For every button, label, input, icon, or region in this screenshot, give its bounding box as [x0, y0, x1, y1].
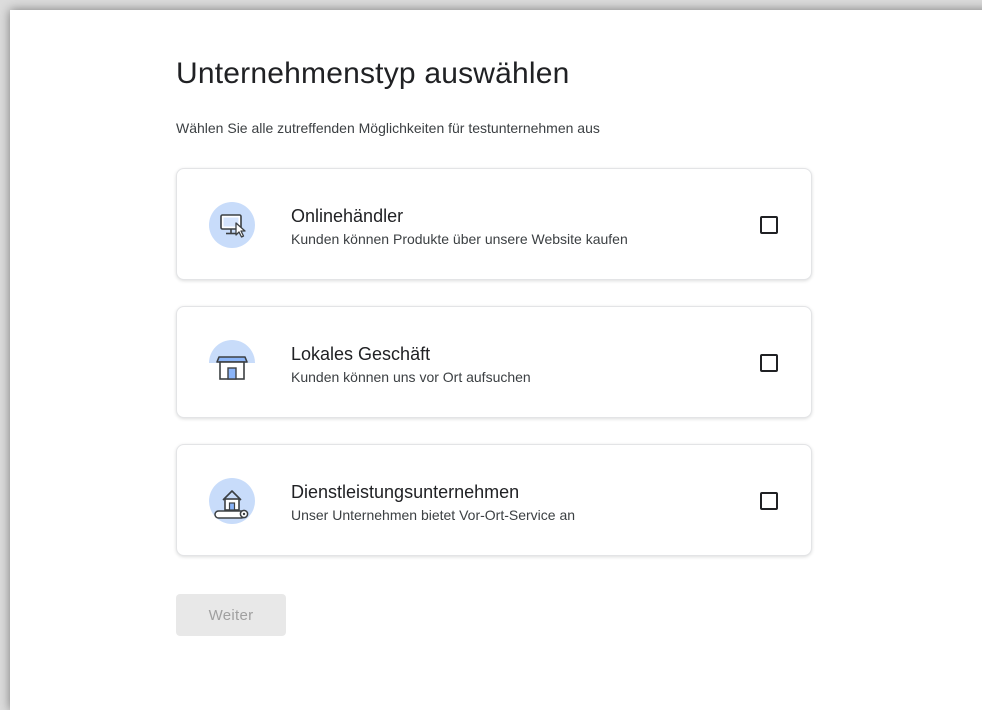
page-frame: Unternehmenstyp auswählen Wählen Sie all… [10, 10, 982, 710]
storefront-icon [209, 340, 255, 386]
option-title: Onlinehändler [291, 206, 404, 226]
checkbox-local-store[interactable] [760, 354, 778, 372]
page-title: Unternehmenstyp auswählen [176, 57, 570, 90]
option-local-store[interactable]: Lokales Geschäft Kunden können uns vor O… [176, 306, 812, 418]
next-button[interactable]: Weiter [176, 594, 286, 636]
main-content: Unternehmenstyp auswählen Wählen Sie all… [176, 48, 816, 636]
option-title: Dienstleistungsunternehmen [291, 482, 520, 502]
option-text: Dienstleistungsunternehmen Unser Unterne… [291, 481, 575, 525]
checkbox-online-retailer[interactable] [760, 216, 778, 234]
option-description: Unser Unternehmen bietet Vor-Ort-Service… [291, 507, 576, 523]
option-online-retailer[interactable]: Onlinehändler Kunden können Produkte übe… [176, 168, 812, 280]
option-service-business[interactable]: Dienstleistungsunternehmen Unser Unterne… [176, 444, 812, 556]
option-text: Lokales Geschäft Kunden können uns vor O… [291, 343, 531, 387]
business-type-options: Onlinehändler Kunden können Produkte übe… [176, 168, 816, 556]
home-service-icon [209, 478, 255, 524]
checkbox-service-business[interactable] [760, 492, 778, 510]
option-description: Kunden können uns vor Ort aufsuchen [291, 369, 531, 385]
option-description: Kunden können Produkte über unsere Websi… [291, 231, 628, 247]
monitor-cursor-icon [209, 202, 255, 248]
page-subtitle: Wählen Sie alle zutreffenden Möglichkeit… [176, 120, 600, 136]
option-text: Onlinehändler Kunden können Produkte übe… [291, 205, 628, 249]
option-title: Lokales Geschäft [291, 344, 431, 364]
